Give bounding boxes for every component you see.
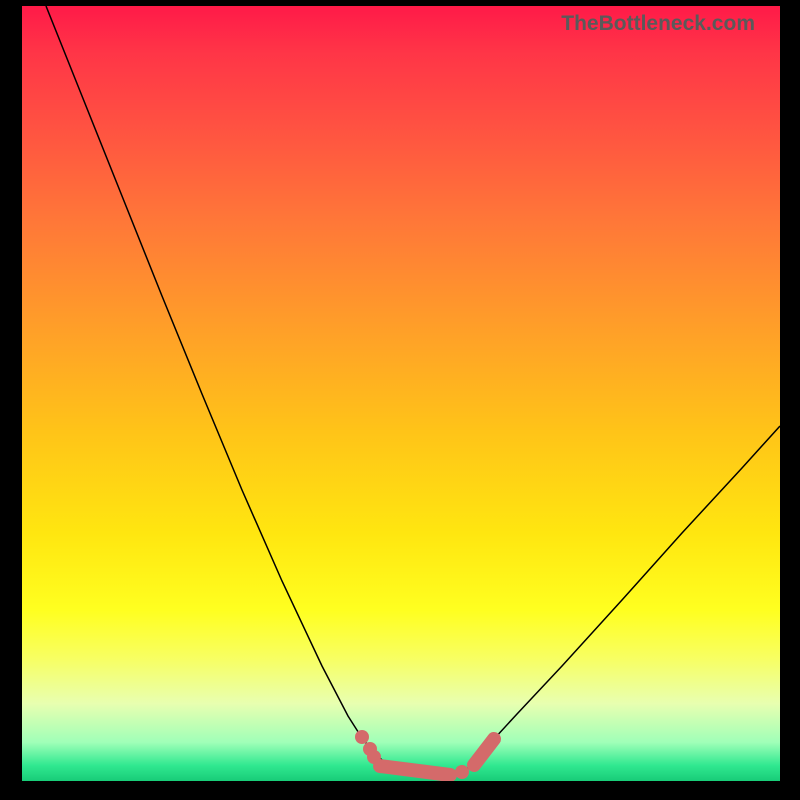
plot-area: TheBottleneck.com [22, 6, 780, 781]
marker-pill [474, 739, 494, 765]
chart-svg [22, 6, 780, 781]
chart-container: TheBottleneck.com [0, 0, 800, 800]
marker-pill [380, 766, 450, 775]
markers-group [355, 730, 494, 779]
left-curve [46, 6, 432, 774]
watermark-text: TheBottleneck.com [561, 12, 755, 36]
marker-dot [455, 765, 469, 779]
right-curve [432, 426, 780, 774]
marker-dot [355, 730, 369, 744]
